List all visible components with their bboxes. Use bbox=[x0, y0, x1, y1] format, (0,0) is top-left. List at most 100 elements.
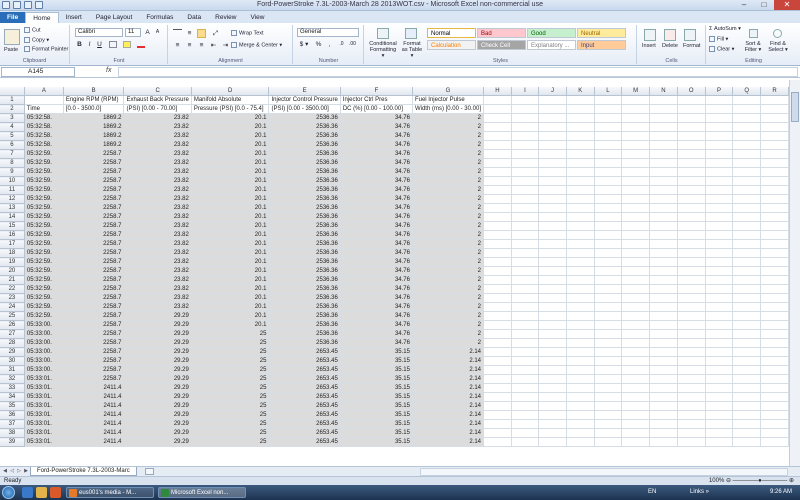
cell[interactable] bbox=[621, 383, 651, 393]
cell[interactable]: 2536.36 bbox=[268, 221, 341, 231]
cell[interactable]: 2411.4 bbox=[63, 437, 125, 447]
cell[interactable] bbox=[538, 113, 567, 123]
cell[interactable]: 2536.36 bbox=[268, 320, 341, 330]
cell[interactable] bbox=[594, 419, 623, 429]
row-header[interactable]: 8 bbox=[0, 158, 25, 168]
cell[interactable] bbox=[594, 158, 623, 168]
cell[interactable] bbox=[621, 212, 651, 222]
cell[interactable] bbox=[566, 311, 595, 321]
cell[interactable]: 2536.36 bbox=[268, 167, 341, 177]
row-header[interactable]: 12 bbox=[0, 194, 25, 204]
cell[interactable]: 2 bbox=[412, 284, 485, 294]
cell[interactable]: 20.1 bbox=[191, 203, 270, 213]
row-header[interactable]: 5 bbox=[0, 131, 25, 141]
cell[interactable]: 05:33:00. bbox=[24, 365, 64, 375]
cell[interactable] bbox=[732, 185, 762, 195]
tab-page-layout[interactable]: Page Layout bbox=[89, 12, 140, 23]
cell[interactable]: 2 bbox=[412, 266, 485, 276]
cell[interactable]: Injector Control Pressure bbox=[268, 95, 341, 105]
cell[interactable]: 34.76 bbox=[340, 158, 413, 168]
cell[interactable] bbox=[538, 257, 567, 267]
cell[interactable] bbox=[566, 266, 595, 276]
align-middle-icon[interactable]: ≡ bbox=[185, 29, 194, 38]
cell[interactable] bbox=[649, 221, 678, 231]
cell[interactable] bbox=[677, 248, 706, 258]
cell[interactable] bbox=[621, 275, 651, 285]
cell[interactable] bbox=[538, 383, 567, 393]
cell[interactable]: 29.29 bbox=[123, 365, 192, 375]
cell[interactable] bbox=[732, 239, 762, 249]
cell[interactable]: 23.82 bbox=[123, 176, 192, 186]
cell[interactable]: 05:32:59. bbox=[24, 293, 64, 303]
cell-style-good[interactable]: Good bbox=[527, 28, 576, 38]
first-sheet-icon[interactable]: ◀ bbox=[2, 468, 8, 475]
row-header[interactable]: 1 bbox=[0, 95, 25, 105]
cell[interactable]: 34.76 bbox=[340, 149, 413, 159]
cell[interactable]: 25 bbox=[191, 347, 270, 357]
cell[interactable] bbox=[621, 149, 651, 159]
cell[interactable] bbox=[594, 284, 623, 294]
cell[interactable]: 2.14 bbox=[412, 410, 485, 420]
cell[interactable] bbox=[566, 140, 595, 150]
cell[interactable] bbox=[594, 122, 623, 132]
cell[interactable] bbox=[649, 158, 678, 168]
cell[interactable]: 23.82 bbox=[123, 203, 192, 213]
cell[interactable] bbox=[594, 365, 623, 375]
cell[interactable] bbox=[677, 320, 706, 330]
tab-file[interactable]: File bbox=[0, 12, 26, 23]
cell[interactable] bbox=[483, 302, 512, 312]
cell[interactable]: 05:32:59. bbox=[24, 275, 64, 285]
cell[interactable] bbox=[538, 248, 567, 258]
cell[interactable] bbox=[705, 104, 734, 114]
cell[interactable]: 2.14 bbox=[412, 428, 485, 438]
cell[interactable]: 35.15 bbox=[340, 437, 413, 447]
cell[interactable] bbox=[649, 338, 678, 348]
cell[interactable] bbox=[705, 410, 734, 420]
cell[interactable] bbox=[732, 329, 762, 339]
column-header-k[interactable]: K bbox=[566, 87, 595, 96]
cell[interactable] bbox=[677, 311, 706, 321]
cell[interactable]: 2 bbox=[412, 176, 485, 186]
cell[interactable]: 2 bbox=[412, 248, 485, 258]
cell[interactable]: 20.1 bbox=[191, 293, 270, 303]
cell[interactable]: 34.76 bbox=[340, 203, 413, 213]
cell[interactable] bbox=[621, 113, 651, 123]
cell[interactable]: 2536.36 bbox=[268, 113, 341, 123]
cell[interactable] bbox=[621, 122, 651, 132]
cell[interactable] bbox=[483, 275, 512, 285]
cell[interactable] bbox=[649, 302, 678, 312]
cell[interactable] bbox=[621, 284, 651, 294]
cell[interactable] bbox=[566, 392, 595, 402]
cell[interactable] bbox=[538, 401, 567, 411]
cell[interactable]: 35.15 bbox=[340, 383, 413, 393]
decrease-indent-icon[interactable]: ⇤ bbox=[209, 41, 218, 50]
column-header-b[interactable]: B bbox=[63, 87, 125, 96]
cell[interactable] bbox=[483, 239, 512, 249]
cell[interactable] bbox=[621, 401, 651, 411]
cell[interactable] bbox=[511, 95, 540, 105]
cell[interactable] bbox=[760, 383, 789, 393]
cell[interactable]: 2536.36 bbox=[268, 257, 341, 267]
media-player-icon[interactable] bbox=[50, 487, 61, 498]
cell[interactable]: 34.76 bbox=[340, 338, 413, 348]
cell[interactable] bbox=[594, 437, 623, 447]
cell[interactable] bbox=[621, 419, 651, 429]
cell[interactable]: 05:32:59. bbox=[24, 230, 64, 240]
cell[interactable]: 25 bbox=[191, 392, 270, 402]
cell[interactable]: 20.1 bbox=[191, 185, 270, 195]
cell[interactable] bbox=[621, 185, 651, 195]
cell[interactable]: 05:33:01. bbox=[24, 401, 64, 411]
cell[interactable]: 34.76 bbox=[340, 248, 413, 258]
binoculars-icon[interactable] bbox=[773, 29, 782, 38]
cell[interactable]: Pressure (PSI) [0.0 - 75.4] bbox=[191, 104, 270, 114]
cell[interactable] bbox=[677, 356, 706, 366]
insert-button[interactable]: Insert bbox=[642, 43, 656, 49]
cell[interactable]: 2 bbox=[412, 239, 485, 249]
cell[interactable] bbox=[538, 140, 567, 150]
cell[interactable]: 05:33:01. bbox=[24, 392, 64, 402]
cell[interactable]: 2 bbox=[412, 257, 485, 267]
cell[interactable]: 2536.36 bbox=[268, 293, 341, 303]
cell[interactable] bbox=[511, 113, 540, 123]
cell[interactable] bbox=[511, 230, 540, 240]
cell[interactable]: 2653.45 bbox=[268, 437, 341, 447]
